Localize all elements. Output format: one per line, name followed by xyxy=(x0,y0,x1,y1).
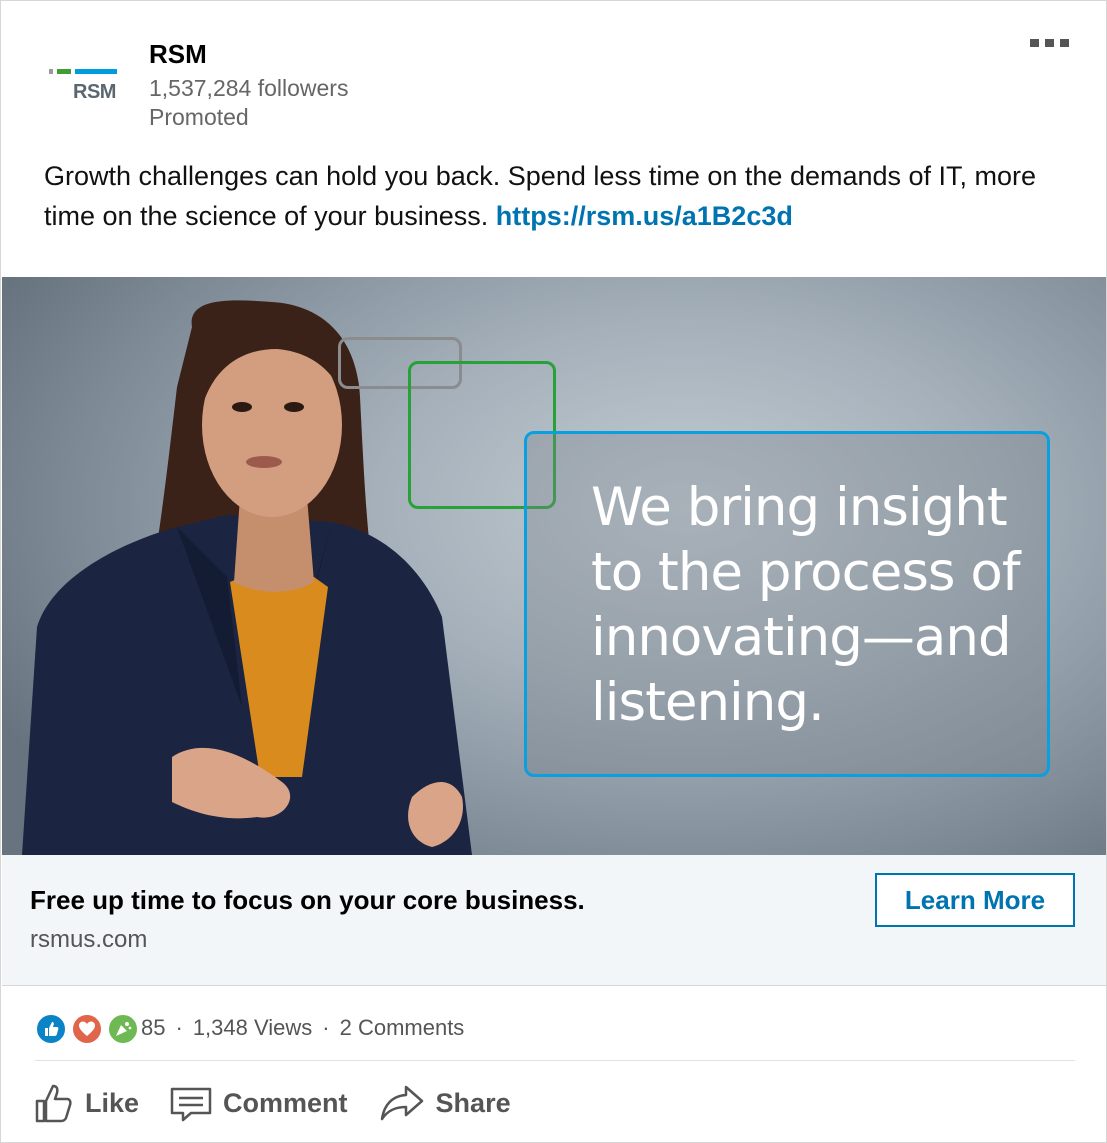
share-arrow-icon xyxy=(380,1085,423,1121)
cta-domain: rsmus.com xyxy=(30,926,148,953)
follower-count: 1,537,284 followers xyxy=(149,75,349,101)
like-label: Like xyxy=(85,1087,140,1118)
logo-bar-gray xyxy=(49,69,53,74)
company-name[interactable]: RSM xyxy=(149,39,207,70)
company-logo[interactable]: RSM xyxy=(47,69,119,105)
action-bar: Like Comment Share xyxy=(31,1074,541,1132)
comment-button[interactable]: Comment xyxy=(169,1081,348,1125)
more-dot xyxy=(1030,39,1039,47)
divider xyxy=(35,1060,1075,1061)
share-label: Share xyxy=(435,1087,511,1118)
post-body: Growth challenges can hold you back. Spe… xyxy=(44,156,1074,236)
ad-image[interactable]: We bring insight to the process of innov… xyxy=(2,277,1106,855)
reaction-count[interactable]: 85 xyxy=(141,1015,165,1041)
separator: · xyxy=(175,1015,183,1040)
celebrate-reaction-icon xyxy=(107,1013,139,1045)
comment-icon xyxy=(170,1087,212,1122)
separator: · xyxy=(322,1015,330,1040)
more-dot xyxy=(1060,39,1069,47)
thumbs-up-icon xyxy=(35,1084,72,1123)
post-link[interactable]: https://rsm.us/a1B2c3d xyxy=(496,201,793,231)
cta-bar[interactable]: Free up time to focus on your core busin… xyxy=(2,855,1106,986)
more-options-icon[interactable] xyxy=(1030,37,1072,49)
logo-text: RSM xyxy=(73,81,116,103)
social-counts: 85 · 1,348 Views · 2 Comments xyxy=(35,1013,465,1045)
comment-label: Comment xyxy=(223,1087,348,1118)
promoted-label: Promoted xyxy=(149,104,249,130)
love-reaction-icon xyxy=(71,1013,103,1045)
view-count: 1,348 Views xyxy=(192,1015,313,1040)
learn-more-button[interactable]: Learn More xyxy=(875,873,1075,927)
hero-quote-text: We bring insight to the process of innov… xyxy=(591,477,1020,733)
reaction-icons[interactable] xyxy=(35,1013,141,1045)
comment-count-link[interactable]: 2 Comments xyxy=(340,1015,465,1041)
like-reaction-icon xyxy=(35,1013,67,1045)
logo-bar-blue xyxy=(75,69,117,74)
sponsored-post-card: RSM RSM 1,537,284 followers Promoted Gro… xyxy=(0,0,1107,1143)
like-button[interactable]: Like xyxy=(31,1081,139,1125)
logo-bar-green xyxy=(57,69,71,74)
cta-headline[interactable]: Free up time to focus on your core busin… xyxy=(30,885,585,916)
share-button[interactable]: Share xyxy=(378,1081,511,1125)
more-dot xyxy=(1045,39,1054,47)
